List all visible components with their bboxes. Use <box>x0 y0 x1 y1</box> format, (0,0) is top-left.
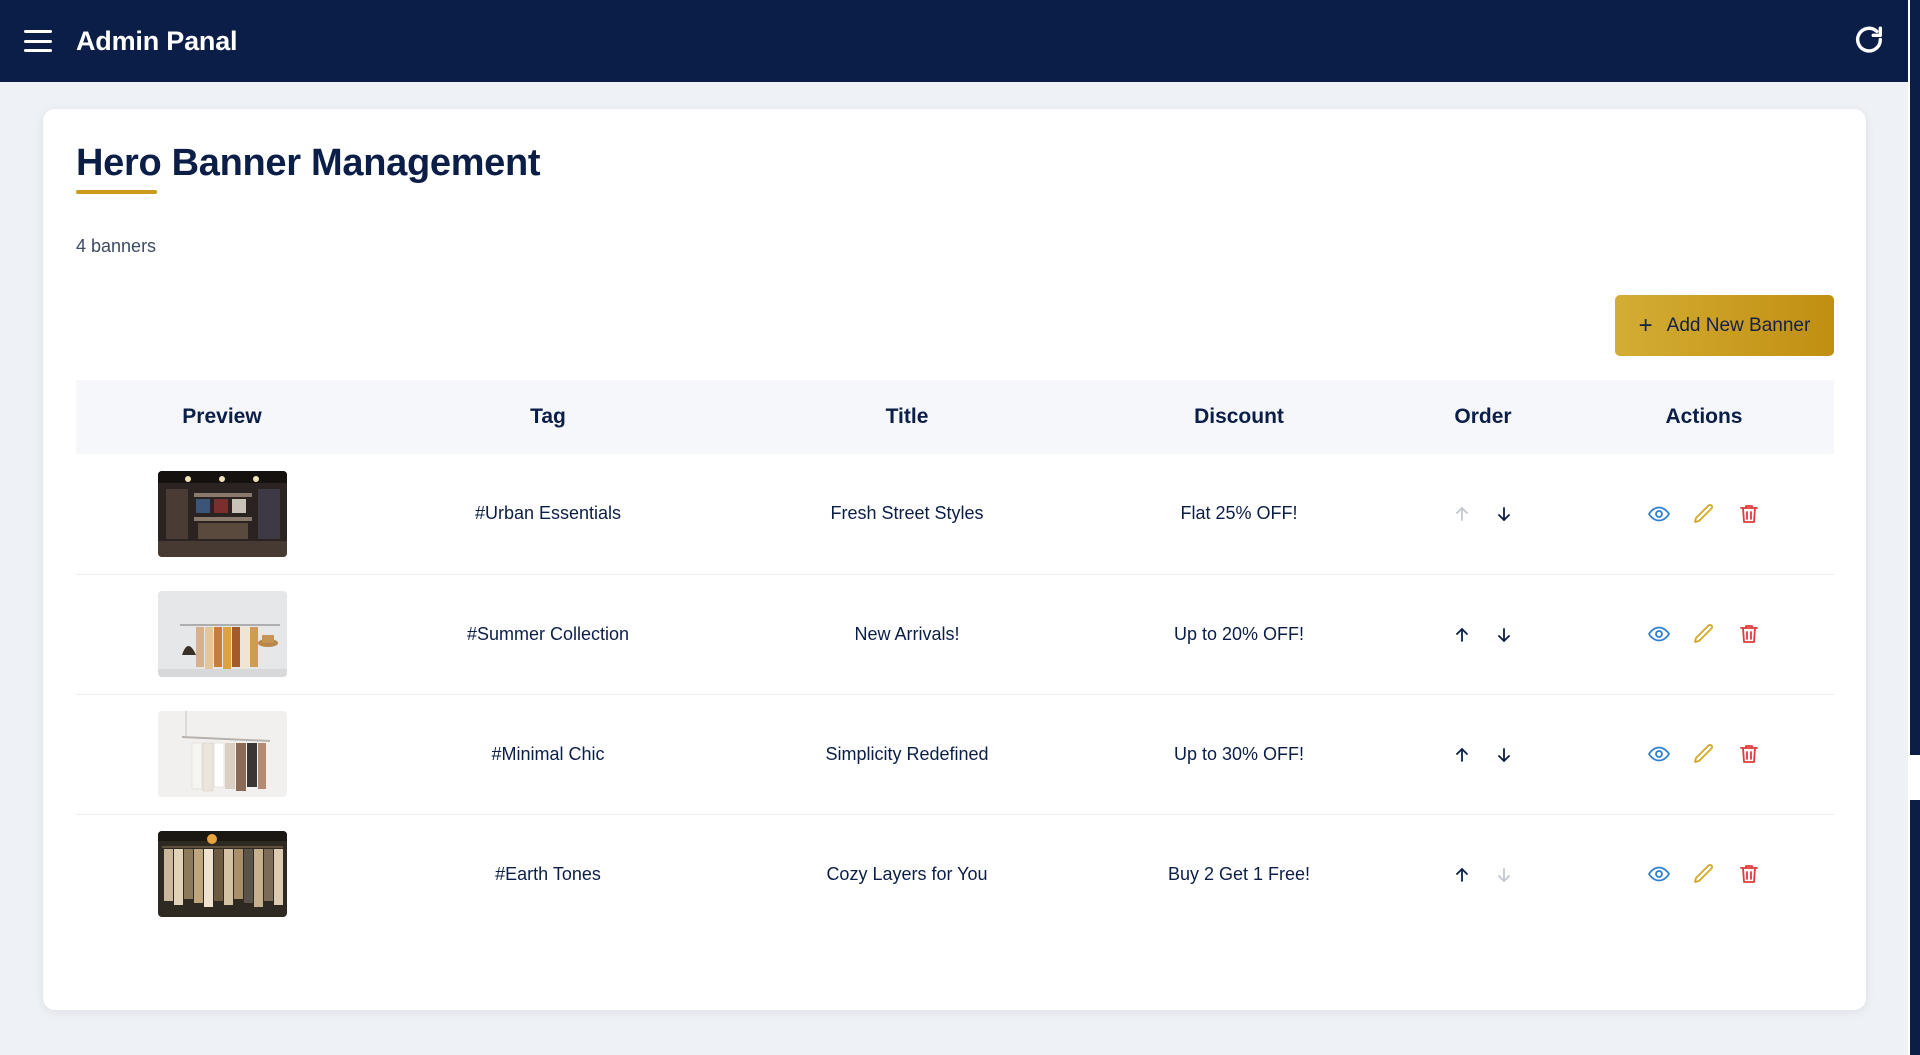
title-underline <box>76 190 157 194</box>
delete-trash-icon[interactable] <box>1737 862 1761 886</box>
move-down-icon[interactable] <box>1494 504 1514 524</box>
edit-pencil-icon[interactable] <box>1692 862 1716 886</box>
table-row: #Urban Essentials Fresh Street Styles Fl… <box>76 454 1834 575</box>
refresh-icon[interactable] <box>1852 24 1886 58</box>
header-actions: Actions <box>1665 405 1743 428</box>
view-eye-icon[interactable] <box>1647 742 1671 766</box>
order-cell <box>1392 574 1574 695</box>
view-eye-icon[interactable] <box>1647 862 1671 886</box>
delete-trash-icon[interactable] <box>1737 502 1761 526</box>
title-cell: Simplicity Redefined <box>728 694 1086 815</box>
header-title: Title <box>885 405 929 428</box>
banners-table: Preview Tag Title Discount Order Actions <box>76 380 1834 934</box>
move-up-icon[interactable] <box>1452 865 1472 885</box>
banner-preview-image[interactable] <box>157 711 287 797</box>
banner-management-card: Hero Banner Management 4 banners + Add N… <box>43 109 1866 1010</box>
discount-cell: Flat 25% OFF! <box>1086 454 1392 575</box>
title-cell: New Arrivals! <box>728 574 1086 695</box>
move-down-icon[interactable] <box>1494 745 1514 765</box>
discount-cell: Up to 30% OFF! <box>1086 694 1392 815</box>
move-up-icon[interactable] <box>1452 625 1472 645</box>
order-cell <box>1392 454 1574 575</box>
move-up-icon[interactable] <box>1452 504 1472 524</box>
delete-trash-icon[interactable] <box>1737 622 1761 646</box>
preview-cell <box>76 574 368 695</box>
banner-preview-image[interactable] <box>157 591 287 677</box>
add-new-banner-label: Add New Banner <box>1666 314 1811 336</box>
top-navbar: Admin Panal <box>0 0 1908 82</box>
order-cell <box>1392 814 1574 934</box>
discount-cell: Buy 2 Get 1 Free! <box>1167 863 1311 884</box>
tag-cell: #Earth Tones <box>495 863 601 884</box>
add-new-banner-button[interactable]: + Add New Banner <box>1615 295 1834 356</box>
banner-count: 4 banners <box>76 236 157 256</box>
tag-cell: #Minimal Chic <box>368 694 728 815</box>
move-down-icon[interactable] <box>1494 625 1514 645</box>
move-down-icon[interactable] <box>1494 865 1514 885</box>
edit-pencil-icon[interactable] <box>1692 622 1716 646</box>
scrollbar-thumb[interactable] <box>1910 0 1920 755</box>
edit-pencil-icon[interactable] <box>1692 502 1716 526</box>
tag-cell: #Summer Collection <box>368 574 728 695</box>
app-title: Admin Panal <box>76 25 238 56</box>
actions-cell <box>1574 814 1834 934</box>
plus-icon: + <box>1638 311 1653 339</box>
scrollbar-thumb-lower[interactable] <box>1910 800 1920 1055</box>
preview-cell <box>76 814 368 934</box>
title-cell: Fresh Street Styles <box>728 454 1086 575</box>
view-eye-icon[interactable] <box>1647 502 1671 526</box>
banner-preview-image[interactable] <box>157 470 287 557</box>
table-row: #Minimal Chic Simplicity Redefined Up to… <box>76 694 1834 815</box>
header-discount: Discount <box>1194 405 1284 428</box>
delete-trash-icon[interactable] <box>1737 742 1761 766</box>
preview-cell <box>76 694 368 815</box>
order-cell <box>1392 694 1574 815</box>
banner-preview-image[interactable] <box>157 831 287 918</box>
header-preview: Preview <box>182 405 262 428</box>
header-tag: Tag <box>530 405 566 428</box>
title-cell: Cozy Layers for You <box>826 863 988 884</box>
tag-cell: #Urban Essentials <box>368 454 728 575</box>
view-eye-icon[interactable] <box>1647 622 1671 646</box>
actions-cell <box>1574 694 1834 815</box>
header-order: Order <box>1454 405 1512 428</box>
actions-cell <box>1574 574 1834 695</box>
hamburger-menu-icon[interactable] <box>24 30 52 52</box>
discount-cell: Up to 20% OFF! <box>1086 574 1392 695</box>
page-title: Hero Banner Management <box>76 142 541 184</box>
table-row: #Summer Collection New Arrivals! Up to 2… <box>76 574 1834 695</box>
preview-cell <box>76 454 368 575</box>
actions-cell <box>1574 454 1834 575</box>
table-row: #Earth Tones Cozy Layers for You Buy 2 G… <box>76 814 1834 934</box>
edit-pencil-icon[interactable] <box>1692 742 1716 766</box>
table-header-row: Preview Tag Title Discount Order Actions <box>76 380 1834 454</box>
move-up-icon[interactable] <box>1452 745 1472 765</box>
